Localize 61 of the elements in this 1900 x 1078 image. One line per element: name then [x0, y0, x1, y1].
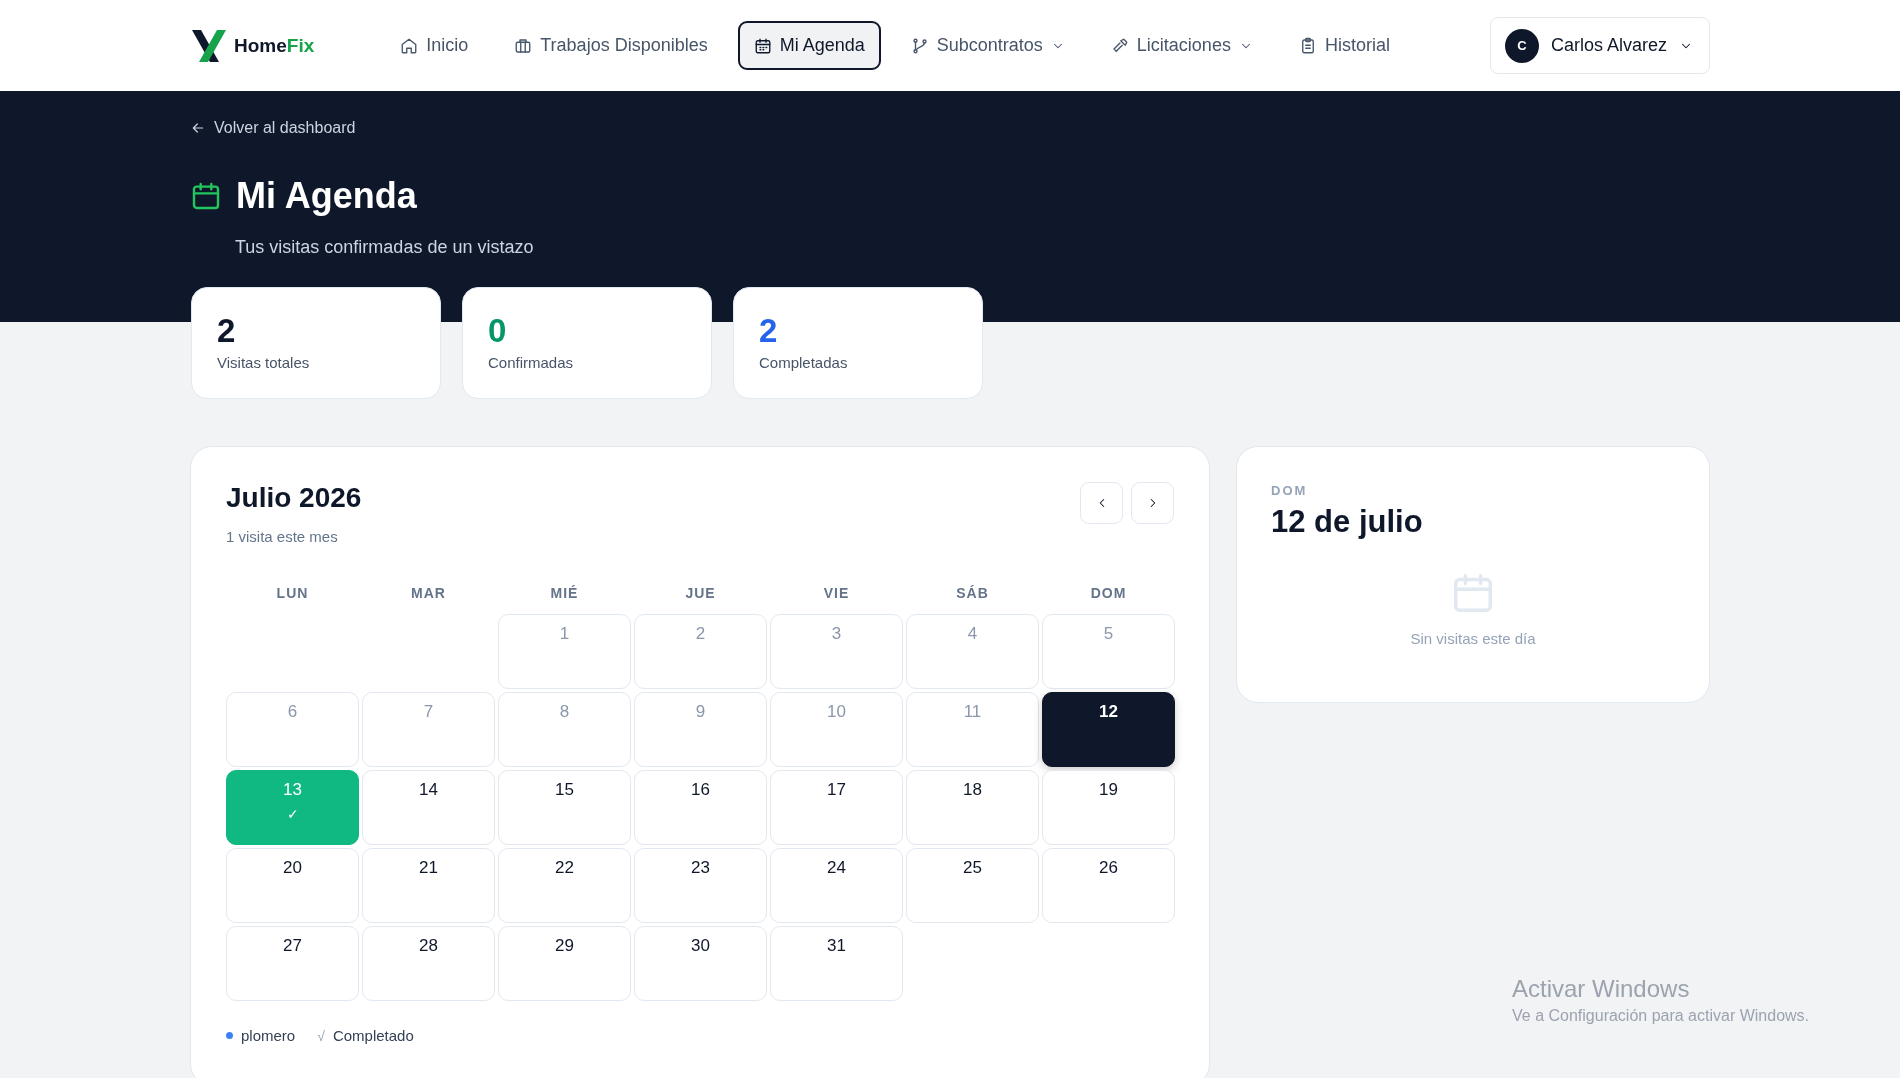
nav-tab[interactable]: Inicio [384, 21, 485, 70]
weekday-label: VIE [823, 585, 850, 601]
brand-name: HomeFix [234, 34, 315, 57]
activation-text: Ve a Configuración para activar Windows. [1512, 1007, 1810, 1025]
weekday-label: SÁB [956, 585, 989, 601]
user-menu[interactable]: C Carlos Alvarez [1489, 17, 1710, 74]
nav-tab[interactable]: Licitaciones [1094, 21, 1269, 70]
day-cell[interactable]: 27 [226, 926, 359, 1001]
day-cell[interactable]: 14 [362, 770, 495, 845]
day-cell[interactable]: 26 [1042, 848, 1175, 923]
day-cell[interactable]: 20 [226, 848, 359, 923]
day-cell[interactable]: 30 [634, 926, 767, 1001]
nav-tab[interactable]: Mi Agenda [737, 21, 881, 70]
back-link[interactable]: Volver al dashboard [190, 119, 1710, 137]
day-cell[interactable]: 25 [906, 848, 1039, 923]
day-date: 12 de julio [1271, 504, 1424, 540]
weekday-label: MIÉ [550, 585, 579, 601]
weekday-label: JUE [685, 585, 716, 601]
stat-value: 0 [488, 312, 508, 350]
day-cell[interactable]: 15 [498, 770, 631, 845]
stat-value: 2 [759, 312, 779, 350]
weekday-label: MAR [411, 585, 446, 601]
briefcase-icon [514, 36, 533, 55]
check-icon: √ [317, 1027, 325, 1044]
day-cell[interactable]: 28 [362, 926, 495, 1001]
arrow-left-icon [190, 120, 206, 136]
month-summary: 1 visita este mes [226, 528, 339, 545]
stat-label: Visitas totales [217, 354, 311, 371]
day-cell[interactable]: 23 [634, 848, 767, 923]
day-cell[interactable]: 29 [498, 926, 631, 1001]
logo-icon [190, 27, 228, 64]
day-cell[interactable]: 19 [1042, 770, 1175, 845]
calendar-icon [190, 180, 222, 212]
page-subtitle: Tus visitas confirmadas de un vistazo [235, 237, 535, 258]
nav-tab[interactable]: Historial [1282, 21, 1406, 70]
branch-icon [910, 36, 929, 55]
month-title: Julio 2026 [226, 482, 362, 514]
day-cell[interactable]: 24 [770, 848, 903, 923]
day-cell[interactable]: 17 [770, 770, 903, 845]
stat-label: Completadas [759, 354, 849, 371]
home-icon [400, 36, 419, 55]
nav-tab[interactable]: Subcontratos [894, 21, 1081, 70]
weekday-label: DOM [1090, 585, 1127, 601]
nav-tab[interactable]: Trabajos Disponibles [498, 21, 724, 70]
activation-title: Activar Windows [1512, 975, 1691, 1003]
day-cell[interactable]: 31 [770, 926, 903, 1001]
stat-value: 2 [217, 312, 237, 350]
day-cell[interactable]: 16 [634, 770, 767, 845]
day-cell[interactable]: 22 [498, 848, 631, 923]
day-cell[interactable]: 21 [362, 848, 495, 923]
stat-label: Confirmadas [488, 354, 575, 371]
day-weekday: DOM [1271, 483, 1309, 498]
page-title: Mi Agenda [236, 175, 417, 217]
empty-message: Sin visitas este día [1410, 630, 1536, 647]
day-cell[interactable]: 12 [1042, 692, 1175, 767]
weekday-label: LUN [276, 585, 309, 601]
day-cell[interactable]: 18 [906, 770, 1039, 845]
legend-label: plomero [241, 1027, 296, 1044]
avatar: C [1504, 28, 1539, 63]
legend-label: Completado [332, 1027, 414, 1044]
calendar-icon [753, 36, 772, 55]
